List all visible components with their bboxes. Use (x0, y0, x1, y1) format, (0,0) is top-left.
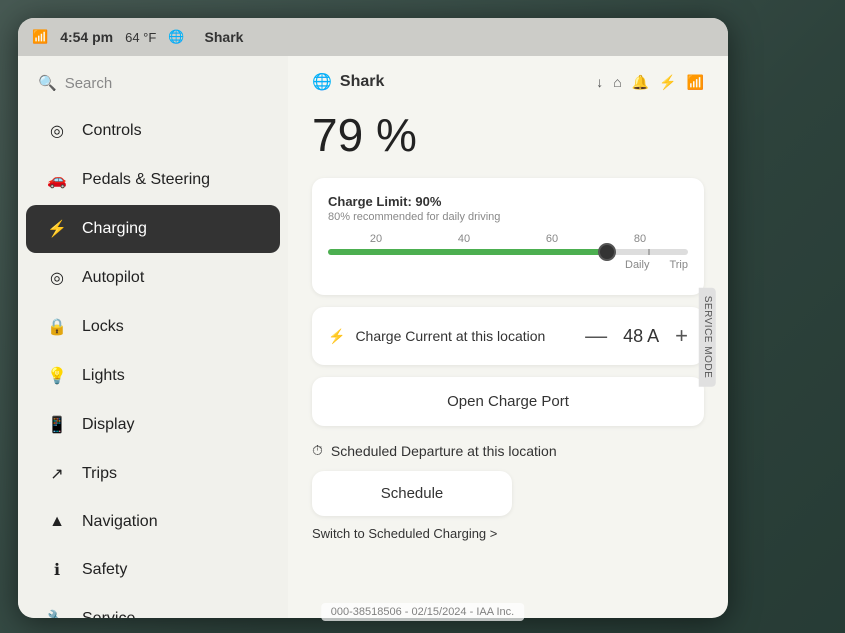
slider-labels: Daily Trip (328, 259, 688, 271)
marker-60: 60 (546, 233, 558, 245)
panel-header: 🌐 Shark ↓ ⌂ 🔔 ⚡ 📶 (312, 72, 704, 92)
home-icon: ⌂ (613, 74, 621, 90)
network-name-text: Shark (340, 73, 384, 91)
network-name-header: 🌐 Shark (312, 72, 384, 92)
service-label: Service (82, 610, 135, 618)
charge-limit-label: Charge Limit: 90% (328, 194, 688, 209)
increment-button[interactable]: + (675, 323, 688, 349)
open-charge-port-button[interactable]: Open Charge Port (312, 377, 704, 426)
marker-20: 20 (370, 233, 382, 245)
charge-limit-sub: 80% recommended for daily driving (328, 211, 688, 223)
charging-icon: ⚡ (46, 219, 68, 239)
marker-40: 40 (458, 233, 470, 245)
slider-fill (328, 249, 612, 255)
scheduled-section: ⏱ Scheduled Departure at this location S… (312, 442, 704, 541)
charging-label: Charging (82, 220, 147, 238)
status-time: 4:54 pm (60, 29, 113, 45)
navigation-icon: ▲ (46, 513, 68, 531)
search-icon: 🔍 (38, 74, 57, 92)
display-label: Display (82, 416, 134, 434)
current-icon: ⚡ (328, 328, 345, 345)
tablet-screen: 📶 4:54 pm 64 °F 🌐 Shark 🔍 Search ◎ Contr… (18, 18, 728, 618)
sidebar: 🔍 Search ◎ Controls 🚗 Pedals & Steering … (18, 56, 288, 618)
locks-icon: 🔒 (46, 317, 68, 337)
service-icon: 🔧 (46, 609, 68, 618)
bell-icon: 🔔 (632, 74, 649, 91)
charge-current-label: ⚡ Charge Current at this location (328, 328, 545, 345)
download-icon: ↓ (596, 74, 603, 90)
limit-marker (648, 249, 650, 255)
locks-label: Locks (82, 318, 124, 336)
watermark: 000-38518506 - 02/15/2024 - IAA Inc. (321, 603, 524, 621)
switch-to-scheduled-link[interactable]: Switch to Scheduled Charging > (312, 526, 704, 541)
network-icon: 🌐 (312, 72, 332, 92)
current-label-text: Charge Current at this location (355, 328, 545, 344)
right-panel: 🌐 Shark ↓ ⌂ 🔔 ⚡ 📶 79 % Charge Limit: (288, 56, 728, 569)
autopilot-icon: ◎ (46, 268, 68, 288)
trip-label: Trip (669, 259, 688, 271)
status-bar: 📶 4:54 pm 64 °F 🌐 Shark (18, 18, 728, 56)
charge-limit-card: Charge Limit: 90% 80% recommended for da… (312, 178, 704, 295)
navigation-label: Navigation (82, 513, 158, 531)
lights-label: Lights (82, 367, 125, 385)
slider-markers: 20 40 60 80 (328, 233, 688, 245)
daily-label: Daily (625, 259, 649, 271)
sidebar-item-trips[interactable]: ↗ Trips (26, 450, 280, 498)
battery-percentage: 79 % (312, 108, 704, 162)
sidebar-item-service[interactable]: 🔧 Service (26, 595, 280, 618)
controls-label: Controls (82, 122, 142, 140)
trips-label: Trips (82, 465, 117, 483)
scheduled-label-text: Scheduled Departure at this location (331, 443, 557, 459)
signal-icon: 📶 (687, 74, 704, 91)
scheduled-label: ⏱ Scheduled Departure at this location (312, 442, 704, 459)
search-label: Search (65, 75, 113, 92)
sidebar-item-controls[interactable]: ◎ Controls (26, 107, 280, 155)
sidebar-item-display[interactable]: 📱 Display (26, 401, 280, 449)
sidebar-item-locks[interactable]: 🔒 Locks (26, 303, 280, 351)
pedals-label: Pedals & Steering (82, 171, 210, 189)
safety-icon: ℹ (46, 560, 68, 580)
charge-current-card: ⚡ Charge Current at this location — 48 A… (312, 307, 704, 365)
sidebar-item-lights[interactable]: 💡 Lights (26, 352, 280, 400)
lights-icon: 💡 (46, 366, 68, 386)
trips-icon: ↗ (46, 464, 68, 484)
charge-slider-container[interactable]: 20 40 60 80 Daily (328, 233, 688, 271)
safety-label: Safety (82, 561, 127, 579)
decrement-button[interactable]: — (585, 323, 607, 349)
pedals-icon: 🚗 (46, 170, 68, 190)
sidebar-item-pedals[interactable]: 🚗 Pedals & Steering (26, 156, 280, 204)
wifi-icon: 📶 (32, 29, 48, 45)
sidebar-item-charging[interactable]: ⚡ Charging (26, 205, 280, 253)
service-mode-tab: SERVICE MODE (698, 288, 715, 387)
marker-80: 80 (634, 233, 646, 245)
display-icon: 📱 (46, 415, 68, 435)
sidebar-item-safety[interactable]: ℹ Safety (26, 546, 280, 594)
car-wifi-icon: 🌐 (168, 29, 184, 45)
schedule-button[interactable]: Schedule (312, 471, 512, 516)
bluetooth-icon: ⚡ (659, 74, 676, 91)
slider-thumb[interactable] (598, 243, 616, 261)
current-controls: — 48 A + (585, 323, 688, 349)
slider-track[interactable] (328, 249, 688, 255)
current-value: 48 A (623, 326, 659, 347)
controls-icon: ◎ (46, 121, 68, 141)
status-temp: 64 °F (125, 30, 156, 45)
sidebar-item-autopilot[interactable]: ◎ Autopilot (26, 254, 280, 302)
search-bar[interactable]: 🔍 Search (18, 66, 288, 106)
scheduled-icon: ⏱ (312, 442, 323, 459)
status-car-name: Shark (205, 29, 244, 45)
sidebar-item-navigation[interactable]: ▲ Navigation (26, 499, 280, 545)
autopilot-label: Autopilot (82, 269, 144, 287)
status-icons: ↓ ⌂ 🔔 ⚡ 📶 (596, 74, 704, 91)
